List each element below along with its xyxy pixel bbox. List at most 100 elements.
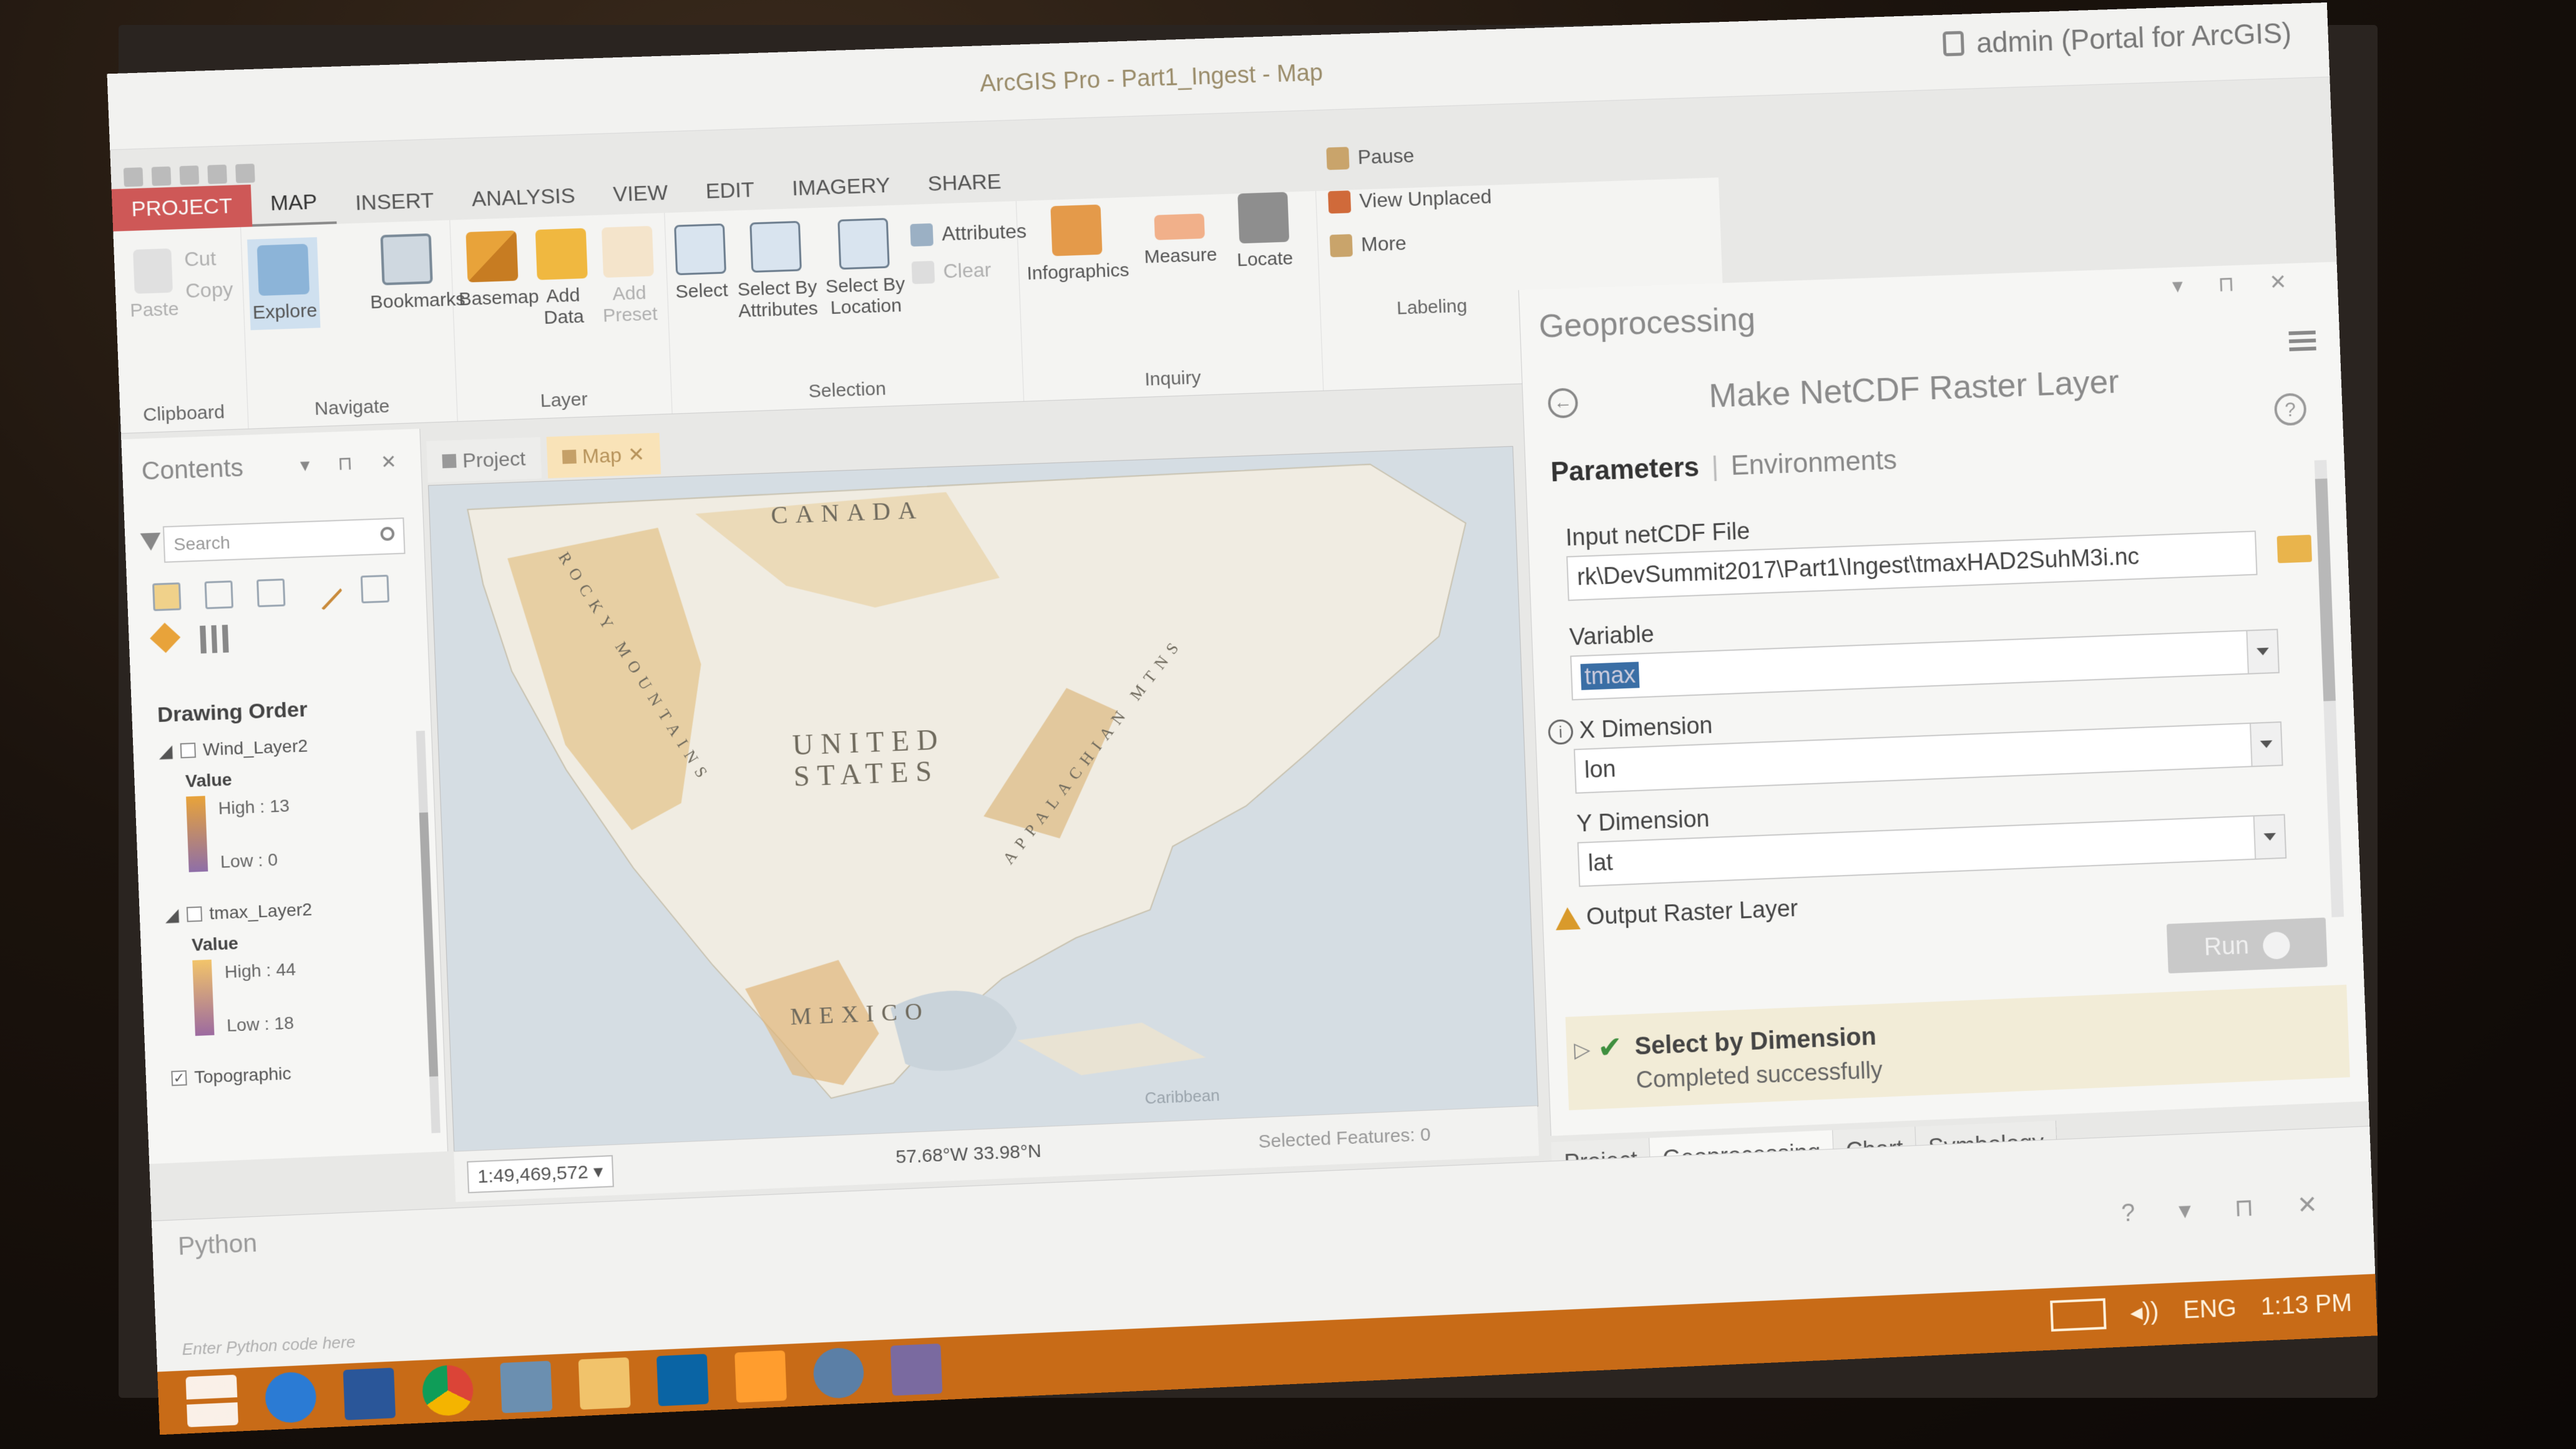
layer-visibility-checkbox[interactable]: ✓ [171, 1070, 187, 1086]
result-message[interactable]: ▷ ✔ Select by Dimension Completed succes… [1565, 984, 2350, 1111]
expand-arrow-icon[interactable]: ◢ [159, 740, 173, 761]
tab-insert[interactable]: INSERT [336, 188, 454, 224]
windows-start-icon[interactable] [185, 1374, 238, 1428]
outlook-icon[interactable] [656, 1354, 709, 1407]
chevron-down-icon[interactable] [2250, 723, 2282, 766]
tab-project[interactable]: PROJECT [111, 184, 253, 232]
info-icon[interactable]: i [1548, 718, 1574, 745]
select-by-attributes-label: Select By Attributes [737, 276, 819, 322]
map-icon [562, 449, 577, 464]
tab-view[interactable]: VIEW [593, 180, 687, 215]
browse-folder-icon[interactable] [2276, 534, 2313, 564]
explore-button[interactable]: Explore [247, 237, 321, 331]
volume-icon[interactable]: ◂)) [2130, 1297, 2160, 1327]
app-icon[interactable] [500, 1360, 553, 1413]
tab-project-view[interactable]: Project [426, 437, 542, 483]
tab-share[interactable]: SHARE [909, 169, 1021, 205]
more-button[interactable]: More [1329, 232, 1407, 257]
view-unplaced-button[interactable]: View Unplaced [1327, 185, 1492, 214]
list-by-editing-icon[interactable] [303, 571, 343, 611]
list-by-source-icon[interactable] [204, 580, 234, 610]
open-icon[interactable] [151, 166, 172, 186]
word-icon[interactable] [343, 1367, 396, 1420]
add-data-label: Add Data [543, 285, 585, 328]
select-by-location-label: Select By Location [825, 273, 905, 319]
x-dimension-label: i X Dimension [1548, 713, 1713, 746]
chevron-down-icon[interactable] [2246, 630, 2278, 673]
list-by-selection-icon[interactable] [256, 578, 286, 608]
clear-button[interactable]: Clear [911, 258, 992, 284]
layer-topographic[interactable]: ✓ Topographic [171, 1063, 291, 1088]
input-language[interactable]: ENG [2183, 1294, 2237, 1324]
cut-button[interactable]: Cut [184, 247, 217, 271]
copy-button[interactable]: Copy [185, 278, 234, 303]
python-input[interactable]: Enter Python code here [182, 1332, 356, 1359]
attributes-button[interactable]: Attributes [910, 220, 1027, 246]
layer-tmax[interactable]: ◢ tmax_Layer2 [165, 899, 313, 925]
paste-button[interactable]: Paste [127, 248, 180, 322]
close-icon[interactable]: ✕ [627, 442, 645, 467]
measure-button[interactable]: Measure [1135, 200, 1225, 268]
signin-status[interactable]: admin (Portal for ArcGIS) [1943, 16, 2292, 61]
select-by-attributes-button[interactable]: Select By Attributes [734, 220, 819, 322]
file-explorer-icon[interactable] [578, 1357, 631, 1410]
tab-parameters[interactable]: Parameters [1550, 452, 1700, 488]
tab-imagery[interactable]: IMAGERY [773, 173, 910, 209]
variable-dropdown[interactable]: tmax [1570, 628, 2280, 701]
group-clipboard: Paste Cut Copy Clipboard [113, 227, 249, 434]
expand-chevron-icon[interactable]: ▷ [1574, 1037, 1591, 1063]
output-raster-label-text: Output Raster Layer [1586, 895, 1798, 930]
help-icon[interactable]: ? [2273, 393, 2307, 426]
geoprocessing-scrollbar[interactable] [2314, 460, 2344, 917]
locate-button[interactable]: Locate [1228, 192, 1300, 271]
add-preset-button[interactable]: Add Preset [595, 225, 662, 327]
scale-selector[interactable]: 1:49,469,572 ▾ [467, 1155, 614, 1194]
layer-wind[interactable]: ◢ Wind_Layer2 [159, 735, 308, 761]
basemap-button[interactable]: Basemap [456, 230, 539, 311]
pause-button[interactable]: Pause [1326, 144, 1415, 170]
layer-visibility-checkbox[interactable] [180, 742, 196, 758]
search-placeholder: Search [173, 532, 231, 555]
new-icon[interactable] [123, 167, 144, 187]
add-data-button[interactable]: Add Data [532, 228, 593, 329]
bookmarks-button[interactable]: Bookmarks [368, 233, 466, 313]
run-button[interactable]: Run [2166, 917, 2328, 973]
select-by-location-button[interactable]: Select By Location [822, 217, 907, 319]
contents-scrollbar[interactable] [416, 730, 441, 1133]
keyboard-icon[interactable] [2049, 1298, 2107, 1332]
tab-map-view[interactable]: Map ✕ [546, 432, 661, 479]
tab-edit[interactable]: EDIT [686, 177, 774, 212]
select-button[interactable]: Select [671, 223, 731, 303]
redo-icon[interactable] [235, 163, 255, 183]
undo-icon[interactable] [207, 164, 228, 184]
geoprocessing-pane-controls[interactable]: ▾ ⊓ ✕ [2172, 269, 2301, 298]
filter-icon[interactable] [140, 532, 162, 552]
arcgis-pro-icon[interactable] [812, 1347, 865, 1400]
list-by-labeling-icon[interactable] [150, 622, 181, 653]
tab-map[interactable]: MAP [250, 189, 337, 227]
python-pane-controls[interactable]: ? ▾ ⊓ ✕ [2121, 1190, 2336, 1227]
list-by-charts-icon[interactable] [200, 625, 229, 654]
menu-icon[interactable] [2288, 330, 2316, 351]
expand-arrow-icon[interactable]: ◢ [165, 904, 179, 925]
list-by-snapping-icon[interactable] [360, 574, 390, 603]
save-icon[interactable] [179, 165, 200, 185]
infographics-button[interactable]: Infographics [1022, 203, 1131, 285]
clock[interactable]: 1:13 PM [2260, 1289, 2353, 1320]
chrome-icon[interactable] [421, 1364, 474, 1417]
layer-visibility-checkbox[interactable] [186, 905, 202, 922]
contents-pane-controls[interactable]: ▾ ⊓ ✕ [300, 451, 408, 476]
list-by-drawing-order-icon[interactable] [152, 582, 182, 612]
tab-analysis[interactable]: ANALYSIS [452, 183, 595, 220]
legend-high: High : 13 [218, 796, 290, 818]
tab-environments[interactable]: Environments [1730, 445, 1898, 482]
map-view[interactable]: CANADA UNITED STATES MEXICO ROCKY MOUNTA… [427, 446, 1539, 1153]
contents-search-input[interactable]: Search [162, 517, 406, 563]
chevron-down-icon[interactable] [2253, 815, 2286, 859]
back-arrow-icon[interactable]: ← [1547, 388, 1579, 419]
infographics-label: Infographics [1026, 260, 1129, 284]
internet-explorer-icon[interactable] [264, 1371, 318, 1424]
y-dimension-label: Y Dimension [1576, 806, 1710, 837]
app-icon-3[interactable] [890, 1343, 943, 1396]
app-icon-2[interactable] [734, 1350, 787, 1403]
